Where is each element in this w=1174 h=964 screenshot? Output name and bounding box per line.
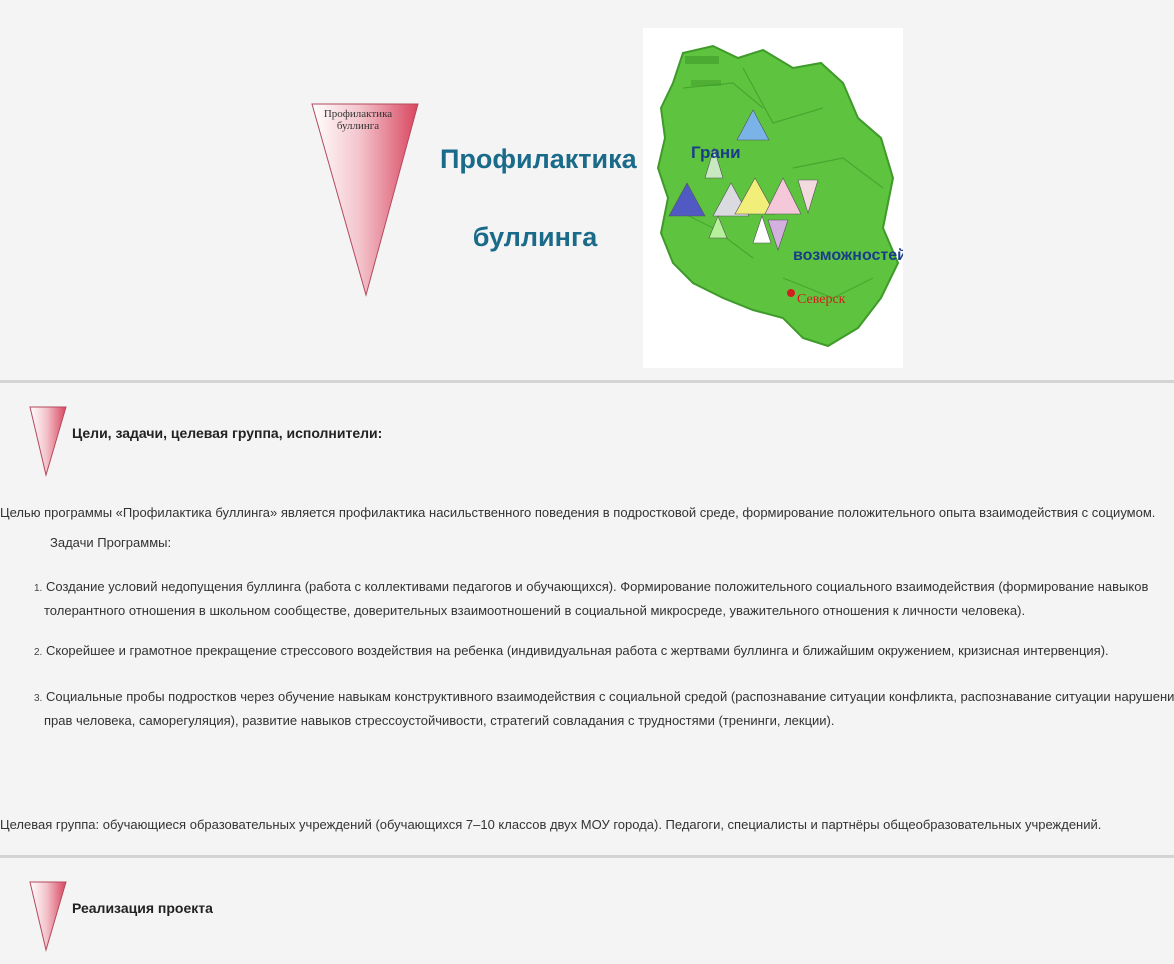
header-banner: Профилактика буллинга Профилактика булли… bbox=[0, 0, 1174, 378]
list-item-number: 1. bbox=[34, 583, 43, 594]
page-title: Профилактика буллинга bbox=[440, 120, 637, 276]
map-label-top: Грани bbox=[691, 143, 741, 162]
list-item: 3. Социальные пробы подростков через обу… bbox=[34, 686, 1174, 750]
task-list: 1. Создание условий недопущения буллинга… bbox=[34, 576, 1174, 750]
map-city-label: Северск bbox=[797, 292, 846, 307]
section-divider bbox=[0, 380, 1174, 383]
logo-text-line1: Профилактика bbox=[323, 108, 393, 120]
list-item-line: Создание условий недопущения буллинга (р… bbox=[45, 579, 1149, 594]
logo-text: Профилактика буллинга bbox=[318, 108, 398, 132]
region-map-image: Грани возможностей Северск bbox=[643, 28, 903, 368]
section-title: Реализация проекта bbox=[72, 900, 213, 916]
section-divider bbox=[0, 855, 1174, 858]
list-item: 2. Скорейшее и грамотное прекращение стр… bbox=[34, 640, 1174, 686]
list-item-line: Социальные пробы подростков через обучен… bbox=[45, 689, 1174, 704]
map-label-bottom: возможностей bbox=[793, 247, 903, 264]
section-title: Цели, задачи, целевая группа, исполнител… bbox=[72, 425, 383, 441]
section-triangle-icon bbox=[29, 406, 67, 477]
target-group-text: Целевая группа: обучающиеся образователь… bbox=[0, 817, 1102, 832]
list-item: 1. Создание условий недопущения буллинга… bbox=[34, 576, 1174, 640]
list-item-number: 2. bbox=[34, 647, 43, 658]
list-item-line: прав человека, саморегуляция), развитие … bbox=[44, 713, 835, 728]
page-title-line1: Профилактика bbox=[440, 144, 637, 174]
map-illustration: Грани возможностей Северск bbox=[656, 44, 903, 348]
tasks-heading: Задачи Программы: bbox=[50, 535, 172, 550]
logo-text-line2: буллинга bbox=[336, 120, 380, 132]
city-marker-icon bbox=[787, 289, 795, 297]
list-item-number: 3. bbox=[34, 693, 43, 704]
list-item-line: Скорейшее и грамотное прекращение стресс… bbox=[45, 643, 1109, 658]
page-title-line2: буллинга bbox=[472, 222, 598, 252]
section-triangle-icon bbox=[29, 881, 67, 952]
goal-text: Целью программы «Профилактика буллинга» … bbox=[0, 505, 1156, 520]
list-item-line: толерантного отношения в школьном сообще… bbox=[44, 603, 1026, 618]
